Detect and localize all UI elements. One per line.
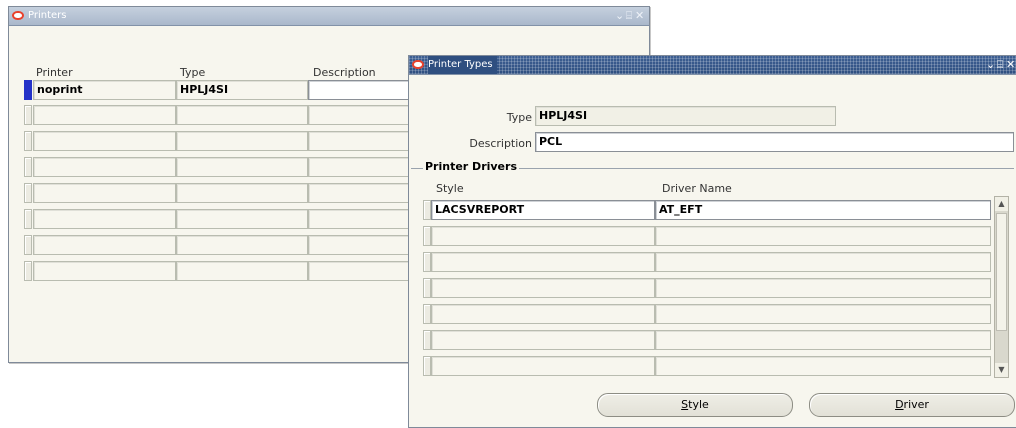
style-button[interactable]: Style: [597, 393, 793, 417]
driver-name-cell[interactable]: [655, 330, 991, 350]
close-icon[interactable]: ✕: [635, 7, 645, 25]
driver-name-cell[interactable]: [655, 356, 991, 376]
description-cell[interactable]: [308, 131, 418, 151]
printer-cell[interactable]: [33, 131, 176, 151]
record-indicator[interactable]: [24, 183, 32, 203]
record-indicator[interactable]: [24, 261, 32, 281]
record-indicator[interactable]: [24, 235, 32, 255]
style-cell[interactable]: [431, 330, 655, 350]
style-button-label: tyle: [688, 398, 709, 411]
oracle-logo-icon: [412, 60, 424, 69]
record-indicator[interactable]: [423, 278, 431, 298]
description-cell[interactable]: [308, 261, 418, 281]
printers-window-title: Printers: [28, 10, 67, 21]
scroll-thumb[interactable]: [996, 213, 1007, 331]
printer-cell[interactable]: [33, 183, 176, 203]
printer-types-window: Printer Types ⌄⌸✕ Type HPLJ4SI Descripti…: [408, 55, 1016, 428]
record-indicator[interactable]: [24, 105, 32, 125]
style-cell[interactable]: [431, 356, 655, 376]
record-indicator[interactable]: [24, 209, 32, 229]
driver-button-label: river: [903, 398, 929, 411]
close-icon[interactable]: ✕: [1006, 56, 1016, 74]
record-indicator[interactable]: [423, 356, 431, 376]
style-cell[interactable]: [431, 304, 655, 324]
type-field[interactable]: HPLJ4SI: [535, 106, 836, 126]
driver-name-cell[interactable]: [655, 226, 991, 246]
maximize-icon[interactable]: ⌸: [625, 7, 635, 25]
type-cell[interactable]: [176, 183, 308, 203]
type-cell[interactable]: [176, 131, 308, 151]
col-header-driver-name: Driver Name: [662, 182, 732, 195]
printer-cell[interactable]: [33, 209, 176, 229]
record-indicator[interactable]: [423, 330, 431, 350]
record-indicator[interactable]: [423, 200, 431, 220]
record-indicator[interactable]: [423, 226, 431, 246]
type-cell[interactable]: HPLJ4SI: [176, 80, 308, 100]
description-label: Description: [469, 137, 532, 150]
driver-name-cell[interactable]: [655, 252, 991, 272]
driver-name-cell[interactable]: AT_EFT: [655, 200, 991, 220]
minimize-icon[interactable]: ⌄: [986, 56, 996, 74]
type-cell[interactable]: [176, 235, 308, 255]
printer-types-titlebar[interactable]: Printer Types ⌄⌸✕: [409, 56, 1016, 75]
style-cell[interactable]: [431, 252, 655, 272]
printer-drivers-group-title: Printer Drivers: [423, 160, 519, 173]
oracle-logo-icon: [12, 11, 24, 20]
printer-cell[interactable]: noprint: [33, 80, 176, 100]
printer-types-window-title: Printer Types: [428, 56, 497, 74]
col-header-type: Type: [180, 66, 206, 79]
printer-cell[interactable]: [33, 261, 176, 281]
style-cell[interactable]: LACSVREPORT: [431, 200, 655, 220]
type-cell[interactable]: [176, 209, 308, 229]
style-cell[interactable]: [431, 226, 655, 246]
record-indicator[interactable]: [423, 252, 431, 272]
printers-titlebar[interactable]: Printers ⌄⌸✕: [9, 7, 649, 26]
description-cell[interactable]: [308, 157, 418, 177]
driver-name-cell[interactable]: [655, 278, 991, 298]
col-header-printer: Printer: [36, 66, 73, 79]
printer-cell[interactable]: [33, 157, 176, 177]
record-indicator[interactable]: [24, 131, 32, 151]
type-cell[interactable]: [176, 157, 308, 177]
printer-cell[interactable]: [33, 235, 176, 255]
driver-button-mnemonic: D: [895, 398, 904, 411]
description-cell[interactable]: [308, 105, 418, 125]
style-cell[interactable]: [431, 278, 655, 298]
type-cell[interactable]: [176, 261, 308, 281]
description-field[interactable]: PCL: [535, 132, 1014, 152]
col-header-description: Description: [313, 66, 376, 79]
description-cell[interactable]: [308, 209, 418, 229]
scroll-down-arrow-icon[interactable]: ▼: [995, 363, 1008, 377]
type-cell[interactable]: [176, 105, 308, 125]
printer-cell[interactable]: [33, 105, 176, 125]
driver-button[interactable]: Driver: [809, 393, 1015, 417]
minimize-icon[interactable]: ⌄: [615, 7, 625, 25]
record-indicator[interactable]: [24, 80, 32, 100]
maximize-icon[interactable]: ⌸: [996, 56, 1006, 74]
record-indicator[interactable]: [24, 157, 32, 177]
description-cell[interactable]: [308, 183, 418, 203]
description-cell[interactable]: [308, 80, 418, 100]
driver-name-cell[interactable]: [655, 304, 991, 324]
description-cell[interactable]: [308, 235, 418, 255]
record-indicator[interactable]: [423, 304, 431, 324]
drivers-vertical-scrollbar[interactable]: ▲ ▼: [994, 196, 1009, 378]
col-header-style: Style: [436, 182, 464, 195]
scroll-up-arrow-icon[interactable]: ▲: [995, 197, 1008, 211]
type-label: Type: [506, 111, 532, 124]
